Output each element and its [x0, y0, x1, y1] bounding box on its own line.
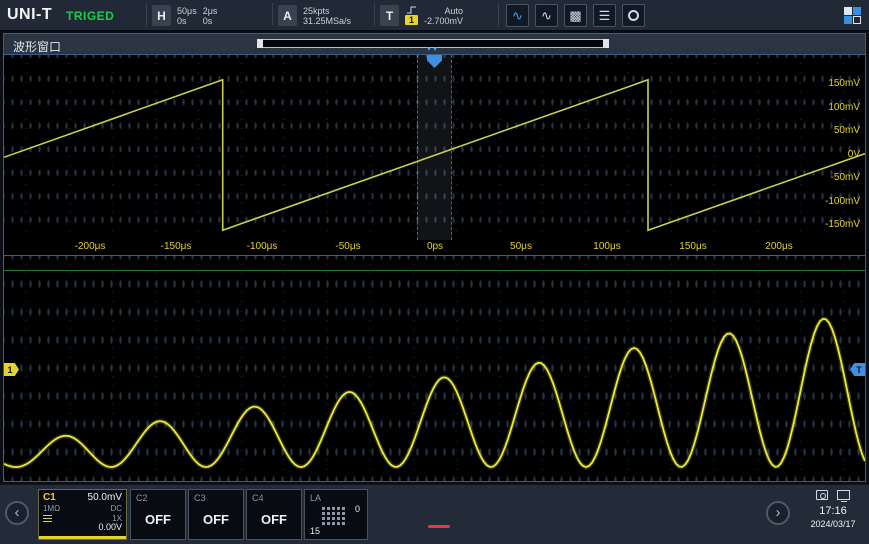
trigger-mode-value: Auto: [445, 6, 464, 16]
channel4-box[interactable]: C4 OFF: [246, 489, 302, 540]
brand-logo: UNI-T: [7, 6, 52, 24]
ch3-id: C3: [194, 493, 206, 503]
sawtooth-polyline: [4, 80, 865, 230]
memory-depth-value: 25kpts: [303, 6, 351, 16]
magnifier-glyph: [628, 10, 639, 21]
layout-square: [844, 16, 852, 24]
zoom-trace: [4, 256, 865, 481]
clock-area[interactable]: 17:16 2024/03/17: [800, 487, 866, 529]
voltage-label: 150mV: [828, 78, 860, 89]
voltage-label: -100mV: [825, 196, 860, 207]
ch4-state: OFF: [247, 512, 301, 527]
window-title: 波形窗口: [13, 38, 61, 55]
channel2-box[interactable]: C2 OFF: [130, 489, 186, 540]
sample-rate-value: 31.25MSa/s: [303, 16, 351, 26]
layout-square: [844, 7, 852, 15]
top-bar: UNI-T TRIGED H 50μs 0s 2μs 0s A 25kpts 3…: [0, 0, 869, 31]
layout-square: [853, 16, 861, 24]
trigger-level-value: -2.700mV: [424, 16, 463, 26]
screenshot-icon: [816, 490, 828, 500]
waveform-window: 波形窗口 ▼▼ 150mV 100mV 50mV 0V -50mV -100mV…: [3, 33, 866, 482]
trigger-status-label: TRIGED: [66, 9, 114, 23]
channel3-box[interactable]: C3 OFF: [188, 489, 244, 540]
ch2-id: C2: [136, 493, 148, 503]
monitor-icon: [837, 490, 850, 500]
ch1-impedance: 1MΩ: [43, 504, 60, 513]
t-key-label: T: [380, 5, 399, 26]
active-channel-indicator: [39, 536, 126, 539]
divider: [374, 3, 375, 26]
time-label: 0ps: [427, 241, 443, 252]
ch1-offset: 0.00V: [98, 522, 122, 532]
window-titlebar: 波形窗口 ▼▼: [4, 34, 865, 55]
cursor-waveform-icon[interactable]: ∿: [535, 4, 558, 27]
search-icon[interactable]: [622, 4, 645, 27]
zoom-timebase-value: 2μs: [203, 6, 218, 16]
scroll-right-button[interactable]: ›: [766, 501, 790, 525]
oscilloscope-screen: UNI-T TRIGED H 50μs 0s 2μs 0s A 25kpts 3…: [0, 0, 869, 544]
ch1-scale: 50.0mV: [88, 492, 122, 503]
voltage-label: 100mV: [828, 102, 860, 113]
divider: [498, 3, 499, 26]
voltage-label: -150mV: [825, 219, 860, 230]
la-high-channel: 0: [355, 504, 360, 514]
zoom-waveform-graph[interactable]: 1 T: [4, 255, 865, 481]
menu-list-icon[interactable]: ☰: [593, 4, 616, 27]
horizontal-menu-button[interactable]: H 50μs 0s 2μs 0s: [152, 0, 217, 31]
xy-mode-icon[interactable]: ▩: [564, 4, 587, 27]
voltage-label: 0V: [848, 149, 860, 160]
a-key-label: A: [278, 5, 297, 26]
ch1-coupling: DC: [110, 504, 122, 513]
wave-glyph: ∿: [512, 8, 523, 24]
expand-arrows-icon: ▼▼: [426, 47, 438, 53]
display-layout-icon[interactable]: [844, 7, 861, 24]
main-offset-value: 0s: [177, 16, 197, 26]
acquire-menu-button[interactable]: A 25kpts 31.25MSa/s: [278, 0, 351, 31]
time-label: -50μs: [335, 241, 360, 252]
main-timebase-value: 50μs: [177, 6, 197, 16]
main-waveform-graph[interactable]: 150mV 100mV 50mV 0V -50mV -100mV -150mV: [4, 55, 865, 240]
trigger-menu-button[interactable]: T 1 Auto -2.700mV: [380, 0, 463, 31]
time-display: 17:16: [800, 505, 866, 517]
voltage-label: 50mV: [834, 125, 860, 136]
waveform-display-icon[interactable]: ∿: [506, 4, 529, 27]
divider: [146, 3, 147, 26]
sawtooth-trace: [4, 55, 865, 240]
time-axis-labels: -200μs -150μs -100μs -50μs 0ps 50μs 100μ…: [4, 240, 865, 255]
bottom-bar: ‹ C1 50.0mV 1MΩ DC 1X 0.00V C2 OFF C3 OF…: [0, 484, 869, 544]
channel1-box[interactable]: C1 50.0mV 1MΩ DC 1X 0.00V: [38, 489, 127, 540]
time-label: 200μs: [765, 241, 792, 252]
time-label: -150μs: [161, 241, 192, 252]
ch1-id: C1: [43, 492, 56, 503]
time-label: 50μs: [510, 241, 532, 252]
trigger-source-badge: 1: [405, 15, 418, 25]
time-label: 150μs: [679, 241, 706, 252]
time-label: -200μs: [75, 241, 106, 252]
ch4-id: C4: [252, 493, 264, 503]
ch3-state: OFF: [189, 512, 243, 527]
scroll-left-button[interactable]: ‹: [5, 501, 29, 525]
date-display: 2024/03/17: [800, 519, 866, 529]
rising-edge-icon: [407, 6, 417, 14]
time-label: 100μs: [593, 241, 620, 252]
voltage-label: -50mV: [831, 172, 860, 183]
time-label: -100μs: [247, 241, 278, 252]
zoom-offset-value: 0s: [203, 16, 218, 26]
coupling-icon: [43, 515, 52, 522]
la-id: LA: [310, 493, 321, 503]
la-low-channel: 15: [310, 526, 320, 536]
layout-square: [853, 7, 861, 15]
ch2-state: OFF: [131, 512, 185, 527]
h-key-label: H: [152, 5, 171, 26]
divider: [272, 3, 273, 26]
digital-channels-icon: [322, 507, 345, 525]
logic-analyzer-box[interactable]: LA 0 15: [304, 489, 368, 540]
page-indicator: [428, 525, 450, 528]
